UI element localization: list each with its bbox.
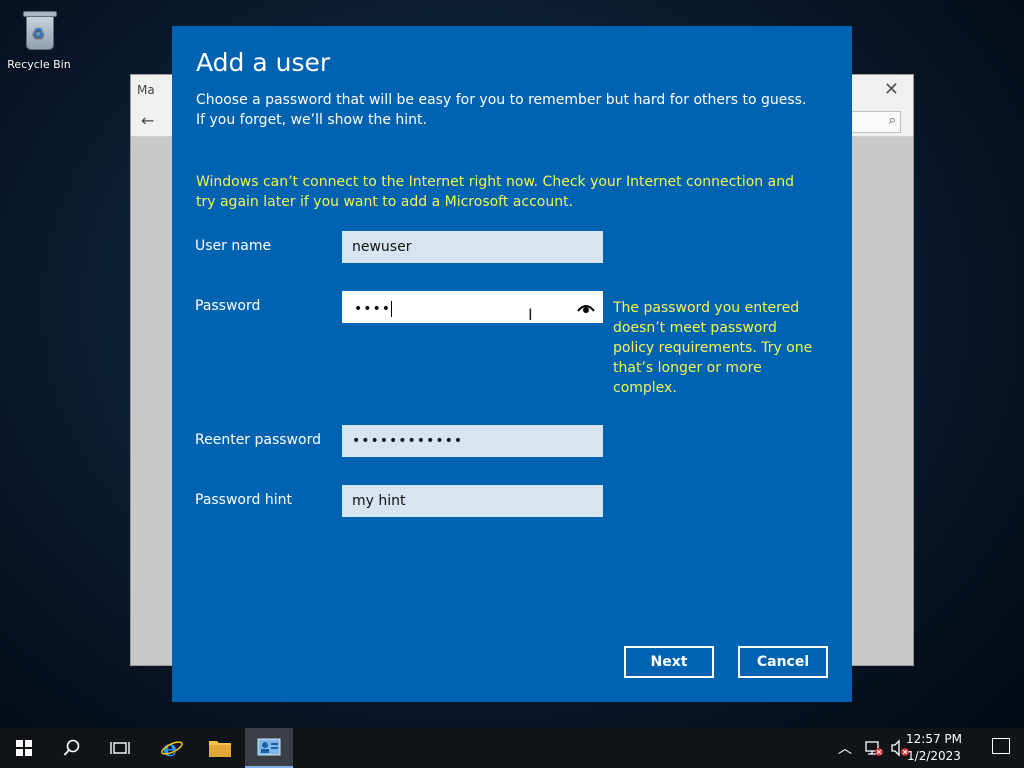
next-button[interactable]: Next xyxy=(624,646,714,678)
windows-start-icon[interactable] xyxy=(0,728,48,768)
ibeam-cursor-icon: I xyxy=(528,305,533,324)
background-window-title: Ma xyxy=(137,83,155,97)
recycle-bin-icon: ♻ xyxy=(20,8,58,52)
clock-date: 1/2/2023 xyxy=(907,749,961,763)
close-icon[interactable]: ✕ xyxy=(884,79,899,100)
chevron-up-icon[interactable]: ︿ xyxy=(838,738,852,758)
password-field[interactable]: •••• I xyxy=(342,291,603,324)
password-value: •••• xyxy=(354,301,392,317)
user-accounts-icon[interactable] xyxy=(245,728,293,768)
dialog-description: Choose a password that will be easy for … xyxy=(196,92,807,128)
dialog-title: Add a user xyxy=(196,48,331,77)
system-tray: ︿ xyxy=(838,728,910,768)
recycle-bin-shortcut[interactable]: ♻ Recycle Bin xyxy=(6,8,72,71)
reveal-password-eye-icon[interactable] xyxy=(577,302,595,314)
network-disconnected-icon[interactable] xyxy=(864,739,884,757)
password-error-message: The password you entered doesn’t meet pa… xyxy=(613,300,813,396)
internet-warning: Windows can’t connect to the Internet ri… xyxy=(196,174,794,210)
reenter-password-label: Reenter password xyxy=(195,432,321,448)
taskbar-clock[interactable]: 12:57 PM 1/2/2023 xyxy=(906,731,962,765)
username-field[interactable]: newuser xyxy=(342,231,603,263)
text-caret xyxy=(391,301,393,317)
arrow-left-icon[interactable]: ← xyxy=(141,111,154,130)
action-center-icon[interactable] xyxy=(992,738,1010,754)
search-icon: ⌕ xyxy=(888,113,896,128)
taskbar: e ︿ 12:57 PM 1/2/2023 xyxy=(0,728,1024,768)
add-user-dialog: Add a user Choose a password that will b… xyxy=(172,26,852,702)
password-hint-label: Password hint xyxy=(195,492,292,508)
password-hint-field[interactable]: my hint xyxy=(342,485,603,517)
internet-explorer-icon[interactable]: e xyxy=(148,728,196,768)
file-explorer-icon[interactable] xyxy=(196,728,244,768)
cancel-button[interactable]: Cancel xyxy=(738,646,828,678)
recycle-bin-label: Recycle Bin xyxy=(7,58,71,71)
search-icon[interactable] xyxy=(48,728,96,768)
clock-time: 12:57 PM xyxy=(906,732,962,746)
reenter-password-field[interactable]: •••••••••••• xyxy=(342,425,603,457)
task-view-icon[interactable] xyxy=(96,728,144,768)
username-label: User name xyxy=(195,238,272,254)
password-label: Password xyxy=(195,298,261,314)
